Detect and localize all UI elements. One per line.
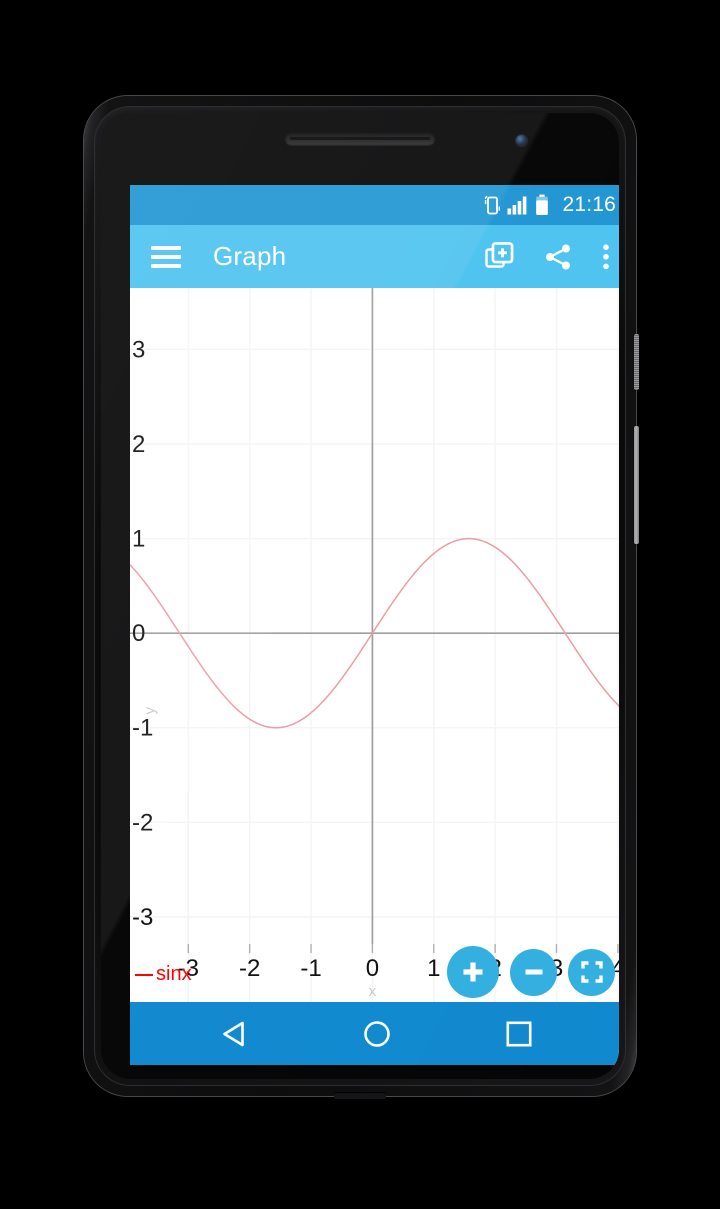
recents-square-icon[interactable] [502,1017,536,1051]
x-tick-label: -2 [239,955,260,982]
y-tick-label: -3 [132,904,153,931]
legend-label: sinx [156,963,192,985]
battery-icon [536,194,549,215]
status-icons: 21:16 [484,193,616,217]
y-tick-label: 2 [132,431,145,458]
earpiece-speaker [285,132,435,145]
x-tick-label: -1 [300,955,321,982]
x-tick-label: 0 [366,955,379,982]
volume-rocker-button[interactable] [634,426,639,544]
android-nav-bar [130,1002,619,1065]
fit-to-screen-button[interactable] [568,948,615,996]
phone-glass: 21:16 Graph 3 2 1 0 -1 -2 -3 -3 -2 -1 0 … [101,113,619,1079]
y-tick-label: 0 [132,620,145,647]
usb-port [334,1092,386,1099]
vibrate-phone-icon [485,195,501,215]
y-tick-label: 3 [132,336,145,363]
share-icon[interactable] [544,243,572,271]
minus-icon [525,969,542,975]
status-time: 21:16 [562,193,616,216]
zoom-in-button[interactable] [447,946,499,998]
graph-controls [447,946,615,998]
home-circle-icon[interactable] [360,1017,394,1051]
more-vertical-icon[interactable] [602,243,610,271]
status-bar: 21:16 [130,185,619,225]
back-triangle-icon[interactable] [218,1017,252,1051]
graph-plot-area[interactable]: 3210-1-2-3 -3-2-101234 x y sinx [130,288,619,1002]
graph-canvas[interactable]: 3210-1-2-3 -3-2-101234 x y [130,288,619,1002]
grid-lines [130,288,619,1002]
hamburger-menu-icon[interactable] [151,245,181,268]
add-graph-icon[interactable] [485,242,514,271]
y-tick-label: 1 [132,526,145,553]
y-tick-label: -1 [132,715,153,742]
front-camera [516,135,527,146]
y-tick-label: -2 [132,809,153,836]
signal-bars-icon [507,196,527,215]
legend: sinx [135,963,192,986]
zoom-out-button[interactable] [510,948,557,996]
x-tick-label: 1 [427,955,440,982]
power-button[interactable] [634,334,639,390]
legend-color-swatch [135,973,153,976]
plus-icon [463,962,483,982]
page-title: Graph [213,241,287,271]
app-bar-actions [485,242,610,271]
x-axis-label: x [369,983,377,1000]
y-axis-label: y [142,706,159,714]
phone-screen: 21:16 Graph 3 2 1 0 -1 -2 -3 -3 -2 -1 0 … [130,185,619,1065]
app-bar: Graph [130,225,619,288]
phone-device: 21:16 Graph 3 2 1 0 -1 -2 -3 -3 -2 -1 0 … [84,96,639,1099]
fit-to-screen-icon [580,961,603,983]
